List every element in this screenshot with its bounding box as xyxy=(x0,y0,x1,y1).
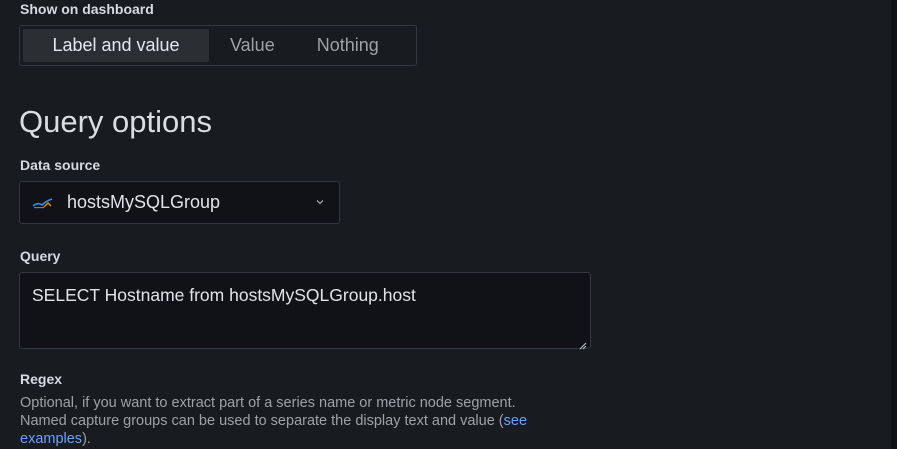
resize-handle-icon[interactable] xyxy=(579,337,587,350)
radio-value[interactable]: Value xyxy=(209,29,296,62)
examples-link-text: examples xyxy=(20,431,83,447)
radio-label-and-value[interactable]: Label and value xyxy=(23,29,209,62)
mysql-datasource-icon xyxy=(32,197,54,209)
regex-description: Optional, if you want to extract part of… xyxy=(20,394,660,448)
display-radio-group: Label and value Value Nothing xyxy=(19,25,417,66)
query-label: Query xyxy=(20,248,61,264)
see-link-text: see xyxy=(503,413,528,429)
query-textarea[interactable]: SELECT Hostname from hostsMySQLGroup.hos… xyxy=(19,272,591,350)
data-source-value: hostsMySQLGroup xyxy=(67,192,221,212)
query-value: SELECT Hostname from hostsMySQLGroup.hos… xyxy=(32,285,416,305)
regex-label: Regex xyxy=(20,371,63,387)
regex-description-line1: Optional, if you want to extract part of… xyxy=(20,395,516,411)
regex-description-suffix: ). xyxy=(82,431,91,447)
show-on-dashboard-label: Show on dashboard xyxy=(20,1,154,17)
panel-edge xyxy=(891,0,897,449)
data-source-label: Data source xyxy=(20,157,101,173)
data-source-select[interactable]: hostsMySQLGroup xyxy=(19,181,340,224)
chevron-down-icon xyxy=(315,195,325,210)
query-options-title: Query options xyxy=(19,104,212,139)
radio-nothing[interactable]: Nothing xyxy=(296,29,400,62)
regex-description-line2: Named capture groups can be used to sepa… xyxy=(20,413,504,429)
